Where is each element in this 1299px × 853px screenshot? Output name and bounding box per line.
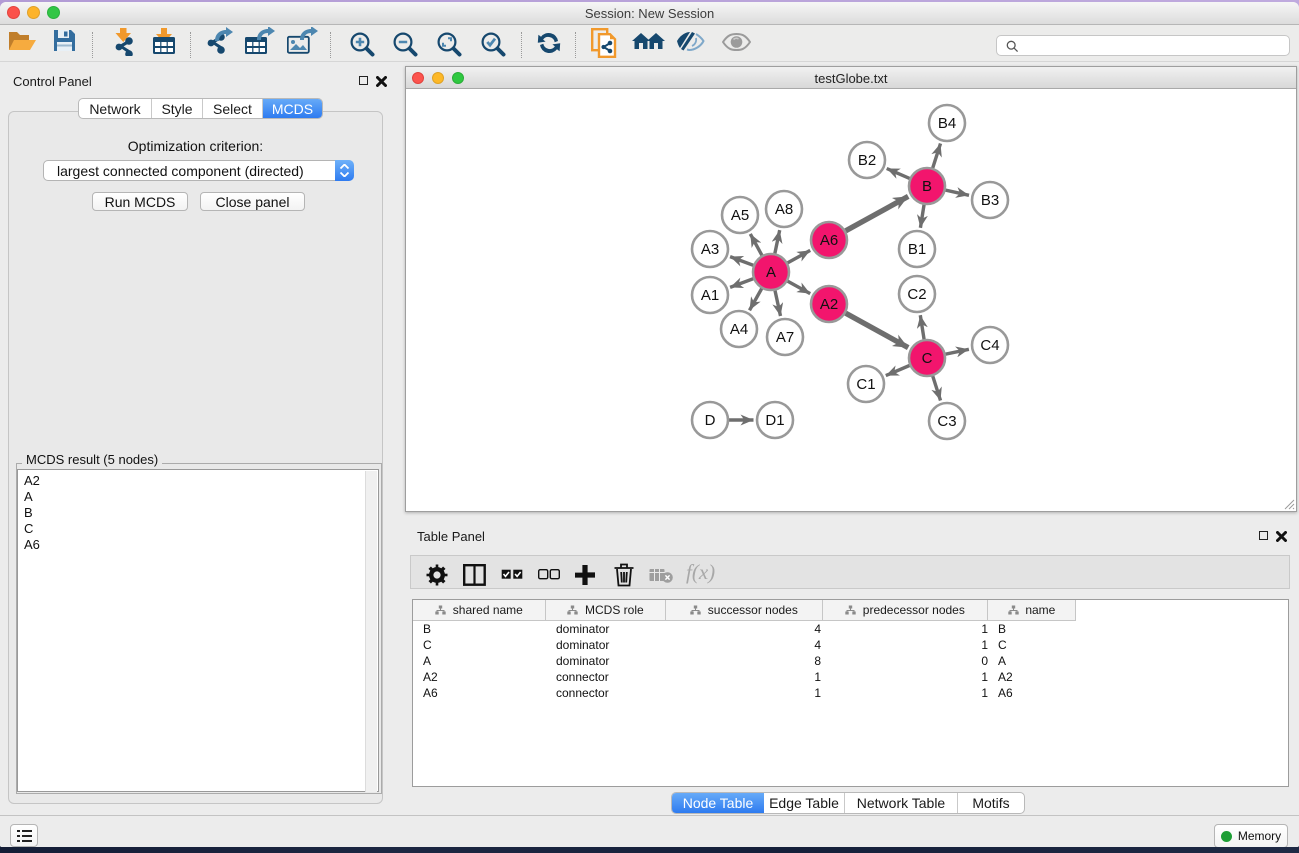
- svg-text:B2: B2: [858, 152, 876, 169]
- svg-text:C: C: [922, 350, 933, 367]
- svg-text:C1: C1: [856, 376, 875, 393]
- svg-text:A1: A1: [701, 287, 719, 304]
- svg-text:B4: B4: [938, 115, 956, 132]
- svg-text:B: B: [922, 178, 932, 195]
- svg-text:B1: B1: [908, 241, 926, 258]
- svg-text:A8: A8: [775, 201, 793, 218]
- svg-text:A2: A2: [820, 296, 838, 313]
- svg-text:D: D: [705, 412, 716, 429]
- svg-text:B3: B3: [981, 192, 999, 209]
- svg-text:C4: C4: [980, 337, 999, 354]
- svg-text:A5: A5: [731, 207, 749, 224]
- svg-text:A6: A6: [820, 232, 838, 249]
- svg-text:A4: A4: [730, 321, 748, 338]
- svg-text:D1: D1: [765, 412, 784, 429]
- svg-text:C3: C3: [937, 413, 956, 430]
- svg-text:A: A: [766, 264, 776, 281]
- svg-text:C2: C2: [907, 286, 926, 303]
- svg-text:A7: A7: [776, 329, 794, 346]
- svg-text:A3: A3: [701, 241, 719, 258]
